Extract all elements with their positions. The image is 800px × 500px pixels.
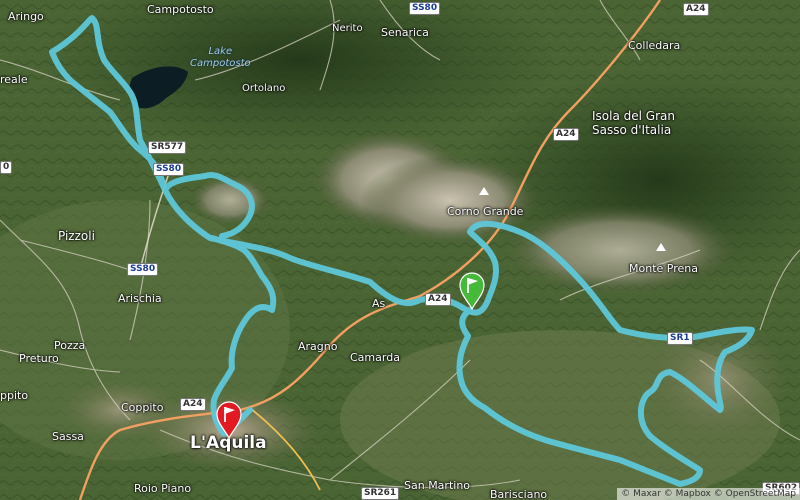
place-label: Pizzoli [58, 229, 95, 243]
place-label: Colledara [628, 39, 681, 52]
peak-icon [656, 243, 666, 251]
road-shield: SS80 [409, 2, 441, 15]
place-label: Preturo [19, 352, 59, 365]
place-label: Nerito [332, 23, 363, 34]
place-label: Arischia [118, 292, 162, 305]
place-label: Sassa [52, 430, 84, 443]
place-label: ppito [0, 389, 29, 402]
road-shield: SR1 [667, 332, 693, 345]
road-shield: SR577 [148, 141, 187, 154]
road-shield: SS80 [153, 163, 185, 176]
peak-icon [479, 187, 489, 195]
place-label: As [372, 297, 386, 310]
place-label: San Martino [404, 479, 471, 492]
lake-label: Lake Campotosto [190, 46, 251, 69]
road-shield: SS80 [127, 263, 159, 276]
map-terrain [0, 0, 800, 500]
peak-label-corno-grande: Corno Grande [447, 205, 524, 218]
place-label: Aragno [298, 340, 338, 353]
place-label: Barisciano [490, 488, 548, 500]
place-label: Coppito [121, 401, 164, 414]
road-shield: A24 [553, 128, 579, 141]
place-label: Camarda [350, 351, 400, 364]
road-shield: A24 [425, 293, 451, 306]
road-shield: 0 [0, 161, 13, 174]
map-attribution[interactable]: © Maxar © Mapbox © OpenStreetMap [617, 488, 800, 500]
place-label: Aringo [8, 10, 44, 23]
place-label: Isola del Gran Sasso d'Italia [592, 109, 675, 137]
place-label: Ortolano [242, 83, 286, 94]
road-shield: A24 [683, 3, 709, 16]
road-shield: A24 [180, 398, 206, 411]
peak-label-monte-prena: Monte Prena [629, 262, 698, 275]
end-marker-icon[interactable] [457, 270, 487, 310]
satellite-map[interactable]: Aringo Campotosto Lake Campotosto Ortola… [0, 0, 800, 500]
place-label: reale [0, 73, 28, 86]
place-label: Campotosto [147, 3, 214, 16]
road-shield: SR261 [361, 487, 400, 500]
place-label: Pozza [54, 339, 86, 352]
place-label: Senarica [381, 26, 429, 39]
start-marker-icon[interactable] [214, 399, 244, 439]
place-label: Roio Piano [134, 482, 192, 495]
